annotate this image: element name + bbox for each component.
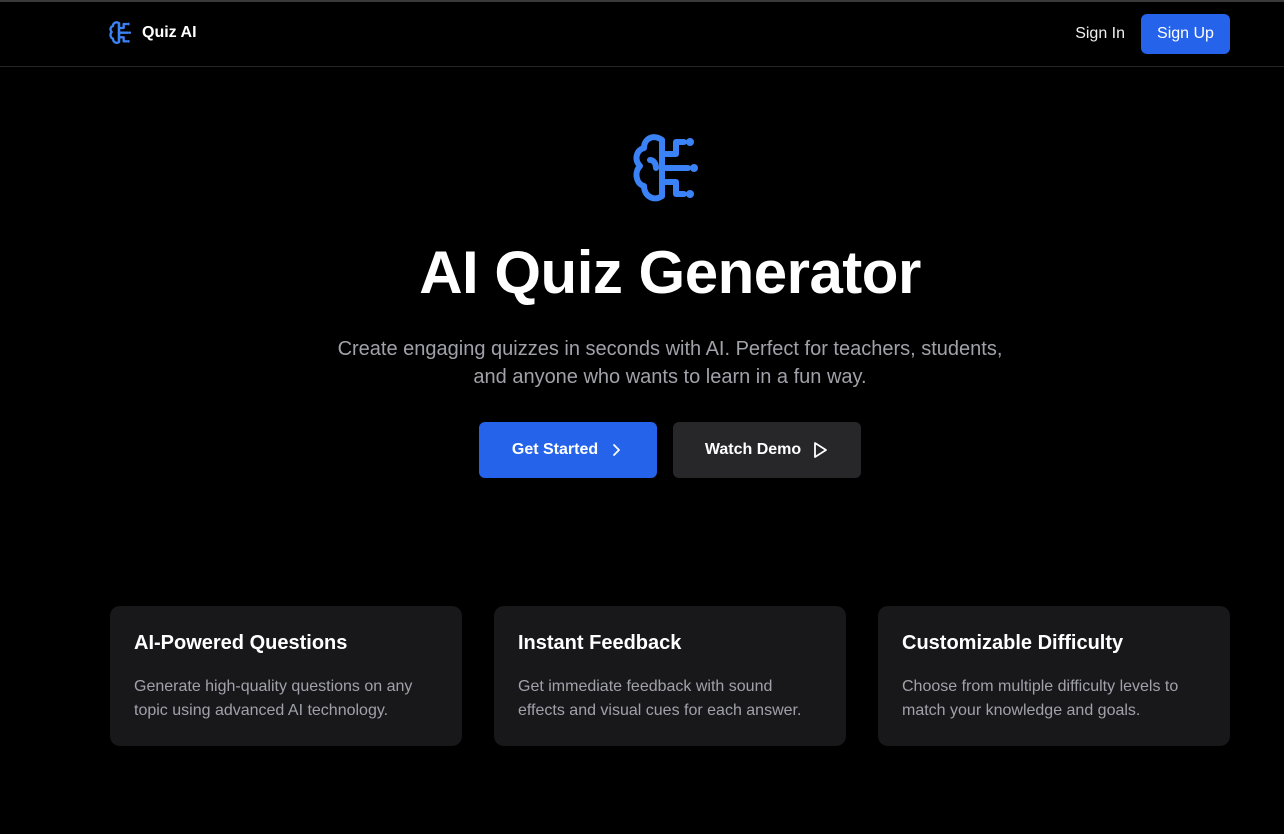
feature-description: Choose from multiple difficulty levels t… — [902, 678, 1179, 719]
feature-description: Get immediate feedback with sound effect… — [518, 678, 802, 719]
sign-in-link[interactable]: Sign In — [1075, 25, 1125, 43]
watch-demo-button[interactable]: Watch Demo — [673, 422, 861, 478]
brain-circuit-icon — [632, 130, 704, 208]
navbar: Quiz AI Sign In Sign Up — [0, 2, 1284, 67]
feature-card: AI-Powered Questions Generate high-quali… — [110, 606, 462, 746]
feature-title: Customizable Difficulty — [902, 632, 1124, 654]
sign-up-button[interactable]: Sign Up — [1141, 14, 1230, 54]
brain-circuit-icon — [109, 20, 133, 46]
page-title: AI Quiz Generator — [419, 239, 921, 306]
get-started-label: Get Started — [511, 441, 599, 458]
hero-subtitle: Create engaging quizzes in seconds with … — [337, 338, 1003, 388]
feature-card: Customizable Difficulty Choose from mult… — [878, 606, 1230, 746]
play-icon — [814, 442, 828, 458]
brand-name: Quiz AI — [142, 24, 197, 41]
feature-title: Instant Feedback — [518, 632, 682, 654]
feature-description: Generate high-quality questions on any t… — [134, 678, 413, 719]
auth-nav: Sign In Sign Up — [1075, 14, 1230, 54]
feature-card: Instant Feedback Get immediate feedback … — [494, 606, 846, 746]
get-started-button[interactable]: Get Started — [479, 422, 657, 478]
brand-logo[interactable]: Quiz AI — [109, 20, 197, 46]
watch-demo-label: Watch Demo — [704, 441, 802, 458]
feature-title: AI-Powered Questions — [134, 632, 348, 654]
chevron-right-icon — [613, 444, 621, 456]
